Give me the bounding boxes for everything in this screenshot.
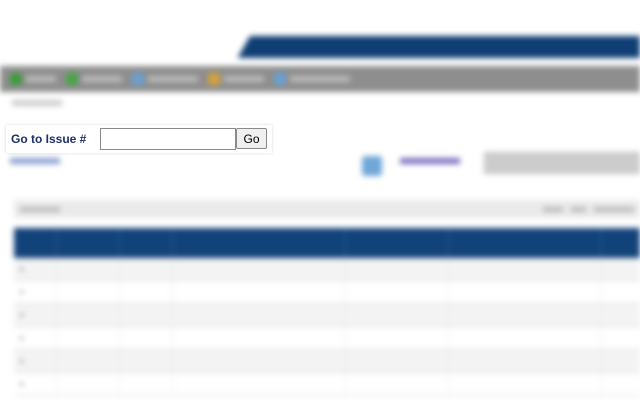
filter-select[interactable]: [484, 152, 640, 174]
toolbar-item[interactable]: [132, 73, 198, 85]
main-toolbar: [0, 66, 640, 92]
table-row[interactable]: ▪: [14, 349, 640, 373]
toolbar-item[interactable]: [274, 73, 350, 85]
breadcrumb: [12, 100, 62, 106]
pager-bar: [14, 200, 640, 218]
filter-label: [400, 158, 460, 164]
app-header: [0, 0, 640, 36]
toolbar-item[interactable]: [66, 73, 122, 85]
add-icon: [10, 73, 22, 85]
issues-table: ▪ ▪ ▪ ▪ ▪ ▪: [14, 228, 640, 396]
table-row[interactable]: ▪: [14, 372, 640, 396]
help-link[interactable]: [10, 158, 60, 164]
table-row[interactable]: ▪: [14, 303, 640, 327]
blue-icon: [274, 73, 286, 85]
logo-wedge: [0, 36, 250, 58]
go-button[interactable]: Go: [236, 128, 267, 149]
issue-number-input[interactable]: [100, 128, 236, 150]
filter-icon[interactable]: [362, 156, 382, 176]
green-icon: [66, 73, 78, 85]
header-blue-band: [0, 36, 640, 58]
go-to-issue-panel: Go to Issue # Go: [6, 125, 272, 153]
toolbar-item[interactable]: [208, 73, 264, 85]
table-header-row: [14, 228, 640, 258]
blurred-app-background: ▪ ▪ ▪ ▪ ▪ ▪: [0, 0, 640, 400]
folder-icon: [208, 73, 220, 85]
table-row[interactable]: ▪: [14, 258, 640, 281]
table-row[interactable]: ▪: [14, 280, 640, 304]
table-row[interactable]: ▪: [14, 326, 640, 350]
toolbar-item[interactable]: [10, 73, 56, 85]
blue-icon: [132, 73, 144, 85]
go-to-issue-label: Go to Issue #: [11, 132, 87, 146]
